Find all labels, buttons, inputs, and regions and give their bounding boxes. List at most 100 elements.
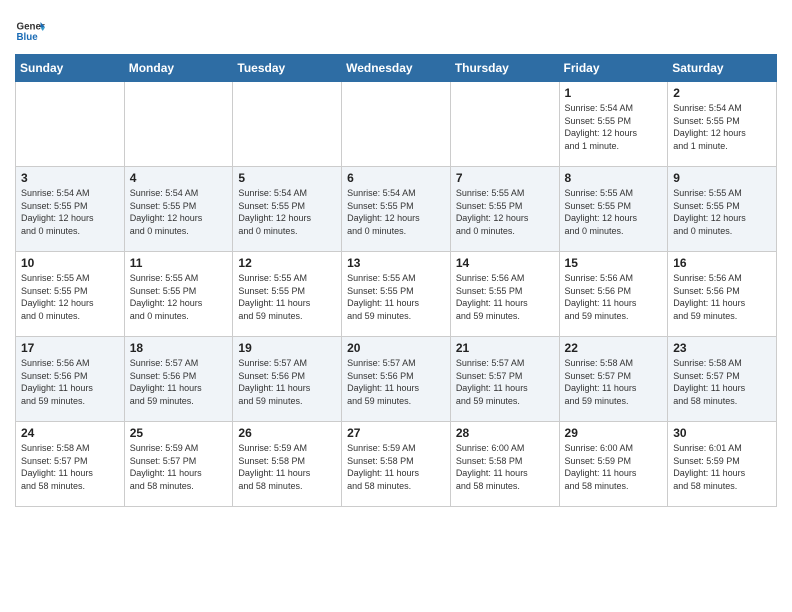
weekday-header-sunday: Sunday	[16, 55, 125, 82]
day-number: 25	[130, 426, 228, 440]
day-number: 10	[21, 256, 119, 270]
calendar-cell: 22 Sunrise: 5:58 AM Sunset: 5:57 PM Dayli…	[559, 337, 668, 422]
weekday-header-thursday: Thursday	[450, 55, 559, 82]
cell-info: Sunrise: 5:58 AM Sunset: 5:57 PM Dayligh…	[565, 357, 663, 407]
week-row-1: 1 Sunrise: 5:54 AM Sunset: 5:55 PM Daylig…	[16, 82, 777, 167]
day-number: 14	[456, 256, 554, 270]
cell-info: Sunrise: 6:00 AM Sunset: 5:58 PM Dayligh…	[456, 442, 554, 492]
day-number: 18	[130, 341, 228, 355]
cell-info: Sunrise: 5:54 AM Sunset: 5:55 PM Dayligh…	[347, 187, 445, 237]
day-number: 8	[565, 171, 663, 185]
day-number: 11	[130, 256, 228, 270]
day-number: 16	[673, 256, 771, 270]
cell-info: Sunrise: 5:55 AM Sunset: 5:55 PM Dayligh…	[21, 272, 119, 322]
cell-info: Sunrise: 5:55 AM Sunset: 5:55 PM Dayligh…	[565, 187, 663, 237]
week-row-2: 3 Sunrise: 5:54 AM Sunset: 5:55 PM Daylig…	[16, 167, 777, 252]
cell-info: Sunrise: 5:54 AM Sunset: 5:55 PM Dayligh…	[21, 187, 119, 237]
weekday-header-monday: Monday	[124, 55, 233, 82]
calendar-cell: 13Sunrise: 5:55 AM Sunset: 5:55 PM Dayli…	[342, 252, 451, 337]
calendar-cell: 26 Sunrise: 5:59 AM Sunset: 5:58 PM Dayli…	[233, 422, 342, 507]
cell-info: Sunrise: 6:01 AM Sunset: 5:59 PM Dayligh…	[673, 442, 771, 492]
calendar-cell	[124, 82, 233, 167]
cell-info: Sunrise: 5:56 AM Sunset: 5:56 PM Dayligh…	[21, 357, 119, 407]
day-number: 2	[673, 86, 771, 100]
calendar-cell: 23 Sunrise: 5:58 AM Sunset: 5:57 PM Dayli…	[668, 337, 777, 422]
cell-info: Sunrise: 5:54 AM Sunset: 5:55 PM Dayligh…	[130, 187, 228, 237]
calendar-cell	[450, 82, 559, 167]
calendar-cell: 17 Sunrise: 5:56 AM Sunset: 5:56 PM Dayli…	[16, 337, 125, 422]
cell-info: Sunrise: 5:54 AM Sunset: 5:55 PM Dayligh…	[565, 102, 663, 152]
day-number: 13	[347, 256, 445, 270]
calendar-cell: 18 Sunrise: 5:57 AM Sunset: 5:56 PM Dayli…	[124, 337, 233, 422]
calendar-cell: 14Sunrise: 5:56 AM Sunset: 5:55 PM Dayli…	[450, 252, 559, 337]
cell-info: Sunrise: 5:56 AM Sunset: 5:56 PM Dayligh…	[673, 272, 771, 322]
cell-info: Sunrise: 5:58 AM Sunset: 5:57 PM Dayligh…	[21, 442, 119, 492]
day-number: 3	[21, 171, 119, 185]
calendar-cell: 2 Sunrise: 5:54 AM Sunset: 5:55 PM Daylig…	[668, 82, 777, 167]
day-number: 19	[238, 341, 336, 355]
logo: General Blue	[15, 16, 45, 46]
calendar-table: SundayMondayTuesdayWednesdayThursdayFrid…	[15, 54, 777, 507]
weekday-header-friday: Friday	[559, 55, 668, 82]
cell-info: Sunrise: 5:58 AM Sunset: 5:57 PM Dayligh…	[673, 357, 771, 407]
calendar-cell: 5Sunrise: 5:54 AM Sunset: 5:55 PM Daylig…	[233, 167, 342, 252]
day-number: 21	[456, 341, 554, 355]
cell-info: Sunrise: 5:55 AM Sunset: 5:55 PM Dayligh…	[130, 272, 228, 322]
weekday-header-wednesday: Wednesday	[342, 55, 451, 82]
calendar-cell: 30 Sunrise: 6:01 AM Sunset: 5:59 PM Dayli…	[668, 422, 777, 507]
calendar-cell: 21 Sunrise: 5:57 AM Sunset: 5:57 PM Dayli…	[450, 337, 559, 422]
week-row-5: 24 Sunrise: 5:58 AM Sunset: 5:57 PM Dayli…	[16, 422, 777, 507]
cell-info: Sunrise: 5:56 AM Sunset: 5:56 PM Dayligh…	[565, 272, 663, 322]
calendar-cell: 10 Sunrise: 5:55 AM Sunset: 5:55 PM Dayli…	[16, 252, 125, 337]
week-row-3: 10 Sunrise: 5:55 AM Sunset: 5:55 PM Dayli…	[16, 252, 777, 337]
header: General Blue	[15, 10, 777, 46]
day-number: 7	[456, 171, 554, 185]
cell-info: Sunrise: 5:57 AM Sunset: 5:56 PM Dayligh…	[347, 357, 445, 407]
svg-text:Blue: Blue	[17, 32, 39, 43]
cell-info: Sunrise: 5:55 AM Sunset: 5:55 PM Dayligh…	[238, 272, 336, 322]
week-row-4: 17 Sunrise: 5:56 AM Sunset: 5:56 PM Dayli…	[16, 337, 777, 422]
calendar-cell: 29 Sunrise: 6:00 AM Sunset: 5:59 PM Dayli…	[559, 422, 668, 507]
calendar-cell: 12Sunrise: 5:55 AM Sunset: 5:55 PM Dayli…	[233, 252, 342, 337]
calendar-cell: 25 Sunrise: 5:59 AM Sunset: 5:57 PM Dayli…	[124, 422, 233, 507]
calendar-cell: 27Sunrise: 5:59 AM Sunset: 5:58 PM Dayli…	[342, 422, 451, 507]
calendar-cell	[16, 82, 125, 167]
cell-info: Sunrise: 5:57 AM Sunset: 5:56 PM Dayligh…	[238, 357, 336, 407]
cell-info: Sunrise: 6:00 AM Sunset: 5:59 PM Dayligh…	[565, 442, 663, 492]
calendar-cell: 6 Sunrise: 5:54 AM Sunset: 5:55 PM Daylig…	[342, 167, 451, 252]
day-number: 29	[565, 426, 663, 440]
day-number: 24	[21, 426, 119, 440]
weekday-header-tuesday: Tuesday	[233, 55, 342, 82]
cell-info: Sunrise: 5:55 AM Sunset: 5:55 PM Dayligh…	[673, 187, 771, 237]
calendar-cell: 3 Sunrise: 5:54 AM Sunset: 5:55 PM Daylig…	[16, 167, 125, 252]
calendar-cell: 8 Sunrise: 5:55 AM Sunset: 5:55 PM Daylig…	[559, 167, 668, 252]
day-number: 6	[347, 171, 445, 185]
day-number: 30	[673, 426, 771, 440]
day-number: 1	[565, 86, 663, 100]
calendar-cell: 4 Sunrise: 5:54 AM Sunset: 5:55 PM Daylig…	[124, 167, 233, 252]
weekday-header-saturday: Saturday	[668, 55, 777, 82]
day-number: 22	[565, 341, 663, 355]
day-number: 4	[130, 171, 228, 185]
calendar-cell: 16 Sunrise: 5:56 AM Sunset: 5:56 PM Dayli…	[668, 252, 777, 337]
cell-info: Sunrise: 5:57 AM Sunset: 5:57 PM Dayligh…	[456, 357, 554, 407]
calendar-cell	[233, 82, 342, 167]
day-number: 23	[673, 341, 771, 355]
cell-info: Sunrise: 5:59 AM Sunset: 5:58 PM Dayligh…	[238, 442, 336, 492]
day-number: 15	[565, 256, 663, 270]
calendar-cell: 15 Sunrise: 5:56 AM Sunset: 5:56 PM Dayli…	[559, 252, 668, 337]
calendar-cell	[342, 82, 451, 167]
day-number: 17	[21, 341, 119, 355]
calendar-cell: 11 Sunrise: 5:55 AM Sunset: 5:55 PM Dayli…	[124, 252, 233, 337]
day-number: 5	[238, 171, 336, 185]
weekday-header-row: SundayMondayTuesdayWednesdayThursdayFrid…	[16, 55, 777, 82]
cell-info: Sunrise: 5:55 AM Sunset: 5:55 PM Dayligh…	[456, 187, 554, 237]
day-number: 26	[238, 426, 336, 440]
day-number: 20	[347, 341, 445, 355]
calendar-cell: 20 Sunrise: 5:57 AM Sunset: 5:56 PM Dayli…	[342, 337, 451, 422]
cell-info: Sunrise: 5:57 AM Sunset: 5:56 PM Dayligh…	[130, 357, 228, 407]
cell-info: Sunrise: 5:54 AM Sunset: 5:55 PM Dayligh…	[673, 102, 771, 152]
calendar-cell: 19 Sunrise: 5:57 AM Sunset: 5:56 PM Dayli…	[233, 337, 342, 422]
calendar-cell: 1 Sunrise: 5:54 AM Sunset: 5:55 PM Daylig…	[559, 82, 668, 167]
cell-info: Sunrise: 5:59 AM Sunset: 5:57 PM Dayligh…	[130, 442, 228, 492]
